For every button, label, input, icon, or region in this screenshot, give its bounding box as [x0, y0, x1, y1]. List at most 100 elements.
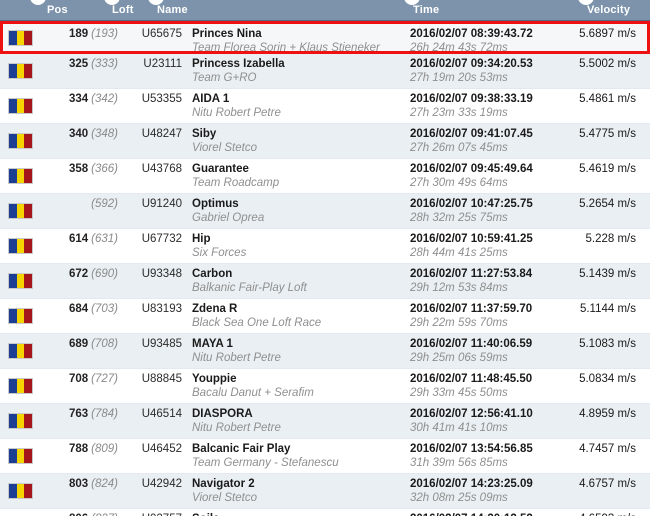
romania-flag-icon	[8, 483, 33, 499]
table-row[interactable]: 763 (784) U46514 DIASPORA Nitu Robert Petre 2…	[0, 404, 650, 439]
cell-pigeon-name[interactable]: Princes Nina	[192, 28, 262, 40]
cell-pigeon-name[interactable]: Navigator 2	[192, 478, 255, 490]
cell-velocity: 5.1144 m/s	[579, 303, 636, 315]
position-overall: (784)	[91, 408, 118, 420]
cell-arrival-time: 2016/02/07 11:37:59.70	[410, 303, 533, 315]
cell-velocity: 5.4861 m/s	[579, 93, 636, 105]
position-overall: (631)	[91, 233, 118, 245]
romania-flag-icon	[8, 448, 33, 464]
position-overall: (824)	[91, 478, 118, 490]
position-overall: (690)	[91, 268, 118, 280]
cell-pigeon-name[interactable]: Guarantee	[192, 163, 249, 175]
cell-loft: U67732	[141, 233, 182, 245]
cell-velocity: 5.4775 m/s	[579, 128, 636, 140]
cell-owner: Team Roadcamp	[192, 177, 280, 189]
position-value: 325	[68, 58, 89, 70]
table-row[interactable]: 689 (708) U93485 MAYA 1 Nitu Robert Petre 201…	[0, 334, 650, 369]
cell-loft: U65675	[141, 28, 182, 40]
position-overall: (703)	[91, 303, 118, 315]
romania-flag-icon	[8, 378, 33, 394]
position-overall: (727)	[91, 373, 118, 385]
cell-loft: U42942	[141, 478, 182, 490]
table-row[interactable]: 340 (348) U48247 Siby Viorel Stetco 2016/02/0…	[0, 124, 650, 159]
cell-velocity: 4.6757 m/s	[579, 478, 636, 490]
table-row[interactable]: 358 (366) U43768 Guarantee Team Roadcamp 2016…	[0, 159, 650, 194]
table-row[interactable]: 708 (727) U88845 Youppie Bacalu Danut + Sera…	[0, 369, 650, 404]
cell-pigeon-name[interactable]: AIDA 1	[192, 93, 229, 105]
cell-owner: Viorel Stetco	[192, 492, 257, 504]
table-row[interactable]: 189 (193) U65675 Princes Nina Team Florea So…	[0, 21, 650, 54]
romania-flag-icon	[8, 203, 33, 219]
cell-owner: Team Germany - Stefanescu	[192, 457, 339, 469]
cell-velocity: 5.1439 m/s	[579, 268, 636, 280]
position-value: 189	[68, 28, 89, 40]
cell-position: 788 (809)	[42, 443, 118, 455]
column-header-pos[interactable]: Pos	[47, 0, 68, 20]
position-value: 340	[68, 128, 89, 140]
table-row[interactable]: 806(827)U02757SoilaBacalu Danut + Serafi…	[0, 509, 650, 516]
position-value: 689	[68, 338, 89, 350]
race-results-panel: Pos Loft Name Time Velocity 189 (193) U656…	[0, 0, 650, 516]
cell-owner: Nitu Robert Petre	[192, 107, 281, 119]
cell-pigeon-name[interactable]: Carbon	[192, 268, 232, 280]
cell-elapsed-time: 30h 41m 41s 10ms	[410, 422, 508, 434]
column-header-loft[interactable]: Loft	[112, 0, 134, 20]
table-row[interactable]: 334 (342) U53355 AIDA 1 Nitu Robert Petre 201…	[0, 89, 650, 124]
column-header-velocity[interactable]: Velocity	[587, 0, 630, 20]
cell-position: 684 (703)	[42, 303, 118, 315]
table-row[interactable]: (592) U91240 Optimus Gabriel Oprea 2016/02/0…	[0, 194, 650, 229]
cell-pigeon-name[interactable]: Balcanic Fair Play	[192, 443, 290, 455]
position-value: 672	[68, 268, 89, 280]
cell-arrival-time: 2016/02/07 09:45:49.64	[410, 163, 533, 175]
cell-loft: U46452	[141, 443, 182, 455]
cell-position: 340 (348)	[42, 128, 118, 140]
cell-position: 708 (727)	[42, 373, 118, 385]
romania-flag-icon	[8, 30, 33, 46]
cell-arrival-time: 2016/02/07 09:34:20.53	[410, 58, 533, 70]
cell-arrival-time: 2016/02/07 10:59:41.25	[410, 233, 533, 245]
column-header-name[interactable]: Name	[157, 0, 188, 20]
position-overall: (333)	[91, 58, 118, 70]
cell-velocity: 5.228 m/s	[585, 233, 637, 245]
table-row[interactable]: 803 (824) U42942 Navigator 2 Viorel Stetco 20…	[0, 474, 650, 509]
cell-elapsed-time: 31h 39m 56s 85ms	[410, 457, 508, 469]
cell-loft: U48247	[141, 128, 182, 140]
romania-flag-icon	[8, 63, 33, 79]
table-row[interactable]: 325 (333) U23111 Princess Izabella Team G+RO…	[0, 54, 650, 89]
cell-pigeon-name[interactable]: Zdena R	[192, 303, 237, 315]
position-overall: (193)	[91, 28, 118, 40]
position-value: 614	[68, 233, 89, 245]
cell-owner: Six Forces	[192, 247, 247, 259]
position-value: 788	[68, 443, 89, 455]
position-overall: (366)	[91, 163, 118, 175]
cell-pigeon-name[interactable]: Princess Izabella	[192, 58, 285, 70]
cell-pigeon-name[interactable]: Hip	[192, 233, 211, 245]
cell-elapsed-time: 27h 19m 20s 53ms	[410, 72, 508, 84]
table-row[interactable]: 614 (631) U67732 Hip Six Forces 2016/02/07 10…	[0, 229, 650, 264]
cell-pigeon-name[interactable]: Siby	[192, 128, 216, 140]
cell-velocity: 4.8959 m/s	[579, 408, 636, 420]
cell-elapsed-time: 29h 12m 53s 84ms	[410, 282, 508, 294]
cell-elapsed-time: 28h 32m 25s 75ms	[410, 212, 508, 224]
cell-owner: Team Florea Sorin + Klaus Stieneker	[192, 42, 380, 54]
table-row[interactable]: 788 (809) U46452 Balcanic Fair Play Team Ger…	[0, 439, 650, 474]
position-value: 334	[68, 93, 89, 105]
cell-arrival-time: 2016/02/07 14:23:25.09	[410, 478, 533, 490]
column-header-time[interactable]: Time	[413, 0, 439, 20]
cell-pigeon-name[interactable]: Optimus	[192, 198, 239, 210]
cell-loft: U93485	[141, 338, 182, 350]
table-row[interactable]: 684 (703) U83193 Zdena R Black Sea One Loft …	[0, 299, 650, 334]
cell-pigeon-name[interactable]: Youppie	[192, 373, 237, 385]
cell-pigeon-name[interactable]: DIASPORA	[192, 408, 253, 420]
position-value: 763	[68, 408, 89, 420]
romania-flag-icon	[8, 98, 33, 114]
cell-pigeon-name[interactable]: MAYA 1	[192, 338, 233, 350]
cell-loft: U88845	[141, 373, 182, 385]
cell-loft: U53355	[141, 93, 182, 105]
cell-velocity: 5.0834 m/s	[579, 373, 636, 385]
table-row[interactable]: 672 (690) U93348 Carbon Balkanic Fair-Play L…	[0, 264, 650, 299]
cell-loft: U23111	[143, 58, 182, 70]
cell-owner: Team G+RO	[192, 72, 257, 84]
cell-velocity: 5.4619 m/s	[579, 163, 636, 175]
cell-position: 672 (690)	[42, 268, 118, 280]
